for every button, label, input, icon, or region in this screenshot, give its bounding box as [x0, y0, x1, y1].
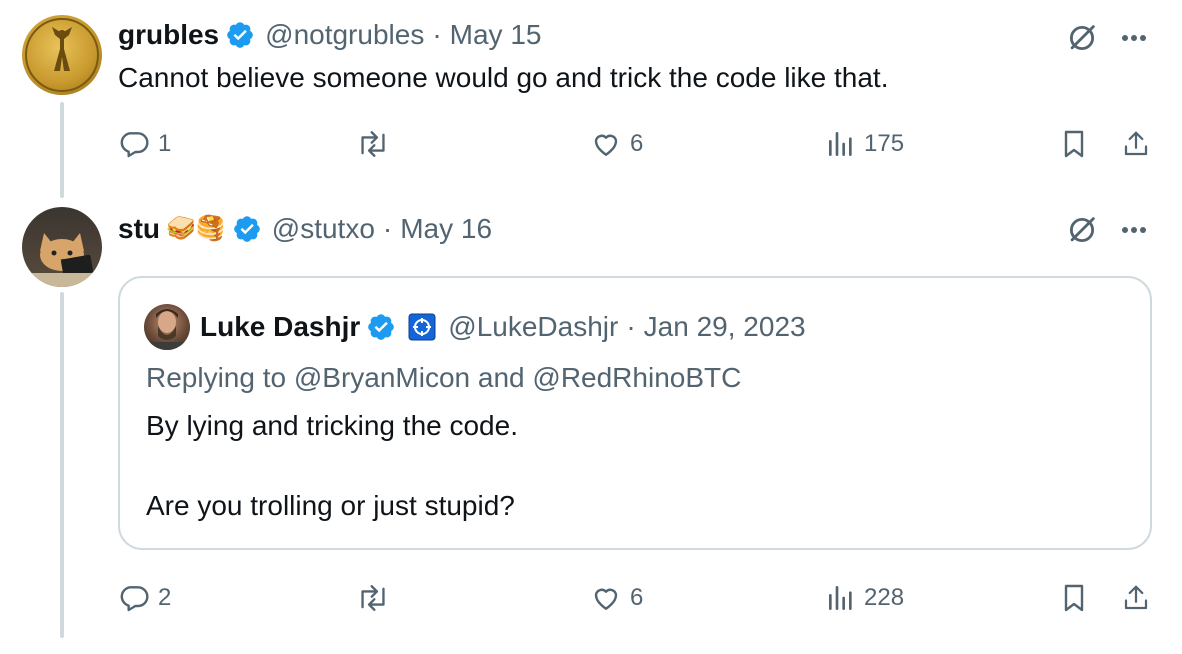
retweet-button[interactable]	[356, 126, 390, 162]
bookmark-icon[interactable]	[1056, 580, 1092, 616]
affiliate-badge-icon	[408, 313, 436, 341]
verified-icon	[366, 312, 396, 342]
avatar-luke[interactable]	[144, 304, 190, 350]
share-icon[interactable]	[1118, 580, 1154, 616]
medal-figure-icon	[25, 18, 99, 92]
thread-line-2	[60, 292, 64, 638]
views-button[interactable]: 175	[826, 126, 904, 162]
like-count: 6	[630, 130, 644, 157]
name-emoji: 🥪🥞	[166, 215, 226, 242]
display-name[interactable]: stu	[118, 213, 160, 245]
retweet-icon	[356, 582, 390, 614]
share-icon[interactable]	[1118, 126, 1154, 162]
more-icon[interactable]	[1114, 210, 1154, 250]
like-count: 6	[630, 584, 644, 611]
timestamp[interactable]: May 15	[450, 19, 542, 51]
like-button[interactable]: 6	[590, 580, 643, 616]
views-count: 175	[864, 130, 905, 157]
handle[interactable]: @stutxo	[272, 213, 375, 245]
like-button[interactable]: 6	[590, 126, 643, 162]
handle[interactable]: @notgrubles	[265, 19, 424, 51]
views-button[interactable]: 228	[826, 580, 904, 616]
tweet-text: Cannot believe someone would go and tric…	[118, 62, 889, 93]
grok-icon[interactable]	[1062, 210, 1102, 250]
more-icon[interactable]	[1114, 18, 1154, 58]
person-icon	[150, 309, 184, 350]
replying-to[interactable]: Replying to @BryanMicon and @RedRhinoBTC	[146, 362, 741, 394]
like-icon	[590, 582, 622, 614]
quoted-handle[interactable]: @LukeDashjr	[448, 311, 618, 343]
display-name[interactable]: grubles	[118, 19, 219, 51]
verified-icon	[225, 20, 255, 50]
avatar-grubles[interactable]	[22, 15, 102, 95]
thread-line-1	[60, 102, 64, 198]
verified-icon	[232, 214, 262, 244]
quoted-timestamp[interactable]: Jan 29, 2023	[644, 311, 806, 343]
grok-icon[interactable]	[1062, 18, 1102, 58]
views-count: 228	[864, 584, 905, 611]
separator: ·	[432, 19, 442, 50]
reply-count: 1	[158, 130, 172, 157]
reply-button[interactable]: 2	[118, 580, 171, 616]
quoted-display-name[interactable]: Luke Dashjr	[200, 311, 360, 343]
reply-icon	[118, 582, 150, 614]
bookmark-icon[interactable]	[1056, 126, 1092, 162]
views-icon	[826, 582, 856, 614]
quoted-text-line-1: By lying and tricking the code.	[146, 410, 518, 441]
reply-button[interactable]: 1	[118, 126, 171, 162]
avatar-stu[interactable]	[22, 207, 102, 287]
quoted-tweet[interactable]: Luke Dashjr @LukeDashjr · Jan 29, 2023 R…	[118, 276, 1152, 550]
quoted-text-line-2: Are you trolling or just stupid?	[146, 490, 515, 521]
reply-count: 2	[158, 584, 172, 611]
views-icon	[826, 128, 856, 160]
like-icon	[590, 128, 622, 160]
retweet-button[interactable]	[356, 580, 390, 616]
timestamp[interactable]: May 16	[400, 213, 492, 245]
separator: ·	[382, 213, 393, 244]
separator: ·	[626, 311, 636, 342]
retweet-icon	[356, 128, 390, 160]
reply-icon	[118, 128, 150, 160]
cat-laptop-icon	[32, 233, 94, 287]
